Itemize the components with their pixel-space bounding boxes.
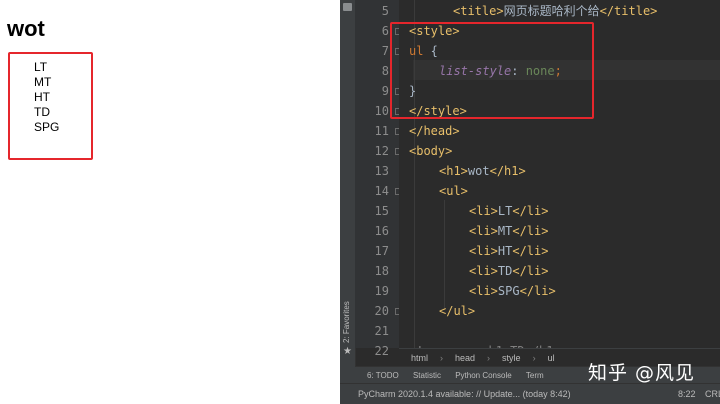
breadcrumb-ul[interactable]: ul [548, 353, 555, 363]
line-number: 14 [374, 184, 389, 198]
breadcrumb-html[interactable]: html [411, 353, 428, 363]
line-number: 22 [374, 344, 389, 358]
todo-tab[interactable]: 6: TODO [367, 371, 399, 380]
code-line-11: </head> [409, 124, 460, 138]
line-separator[interactable]: CRL [705, 384, 720, 404]
code-line-5: <title>网页标题哈利个给</title> [453, 4, 658, 18]
project-icon[interactable] [343, 3, 352, 11]
statistic-tab[interactable]: Statistic [413, 371, 441, 380]
update-notification[interactable]: PyCharm 2020.1.4 available: // Update...… [358, 384, 571, 404]
code-line-12: <body> [409, 144, 453, 158]
line-number: 7 [381, 44, 389, 58]
line-number: 10 [374, 104, 389, 118]
line-number: 18 [374, 264, 389, 278]
code-line-19: <li>SPG</li> [469, 284, 556, 298]
line-number: 12 [374, 144, 389, 158]
code-highlight-box [390, 22, 594, 119]
preview-highlight-box [8, 52, 93, 160]
line-number: 20 [374, 304, 389, 318]
code-line-15: <li>LT</li> [469, 204, 549, 218]
status-bar: PyCharm 2020.1.4 available: // Update...… [340, 383, 720, 404]
indent-guide [444, 200, 445, 310]
code-line-14: <ul> [439, 184, 468, 198]
left-tool-strip: 2: Favorites ★ [340, 0, 356, 383]
star-icon[interactable]: ★ [343, 346, 352, 357]
favorites-tab[interactable]: 2: Favorites [342, 298, 353, 343]
code-line-16: <li>MT</li> [469, 224, 549, 238]
code-line-20: </ul> [439, 304, 476, 318]
line-number: 13 [374, 164, 389, 178]
line-number: 17 [374, 244, 389, 258]
preview-heading: wot [7, 16, 45, 41]
line-number: 15 [374, 204, 389, 218]
code-line-13: <h1>wot</h1> [439, 164, 526, 178]
line-number: 8 [381, 64, 389, 78]
breadcrumb-head[interactable]: head [455, 353, 475, 363]
caret-position[interactable]: 8:22 [678, 384, 696, 404]
python-console-tab[interactable]: Python Console [455, 371, 511, 380]
line-number: 16 [374, 224, 389, 238]
line-number: 9 [381, 84, 389, 98]
terminal-tab[interactable]: Term [526, 371, 544, 380]
line-number: 6 [381, 24, 389, 38]
line-number: 5 [381, 4, 389, 18]
code-line-18: <li>TD</li> [469, 264, 549, 278]
line-number: 11 [374, 124, 389, 138]
code-line-17: <li>HT</li> [469, 244, 549, 258]
line-number: 19 [374, 284, 389, 298]
zhihu-watermark: 知乎 @风见 [588, 362, 696, 384]
browser-preview: wot LT MT HT TD SPG [0, 0, 340, 404]
breadcrumb-style[interactable]: style [502, 353, 521, 363]
line-number: 21 [374, 324, 389, 338]
